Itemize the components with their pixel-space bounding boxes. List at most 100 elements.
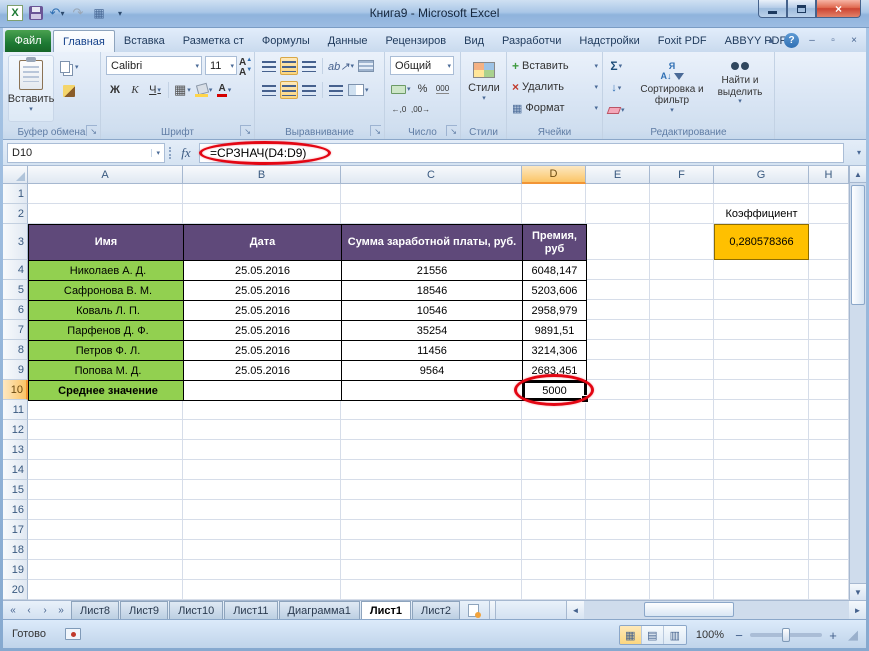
sheet-tab-list8[interactable]: Лист8 <box>71 601 120 619</box>
insert-function-button[interactable]: fx <box>175 143 197 163</box>
resize-grip-icon[interactable]: ◢ <box>848 627 858 643</box>
expand-formula-bar-button[interactable]: ▾ <box>857 148 861 157</box>
minimize-button[interactable] <box>758 0 787 18</box>
grid-row[interactable] <box>28 460 849 480</box>
first-sheet-button[interactable]: « <box>6 603 20 617</box>
sheet-tab-list10[interactable]: Лист10 <box>169 601 224 619</box>
underline-button[interactable]: Ч ▾ <box>146 81 164 99</box>
row-header-12[interactable]: 12 <box>3 420 28 440</box>
page-layout-view-button[interactable]: ▤ <box>641 626 664 644</box>
row-header-10[interactable]: 10 <box>3 380 28 400</box>
zoom-thumb[interactable] <box>782 628 790 642</box>
cell-a8[interactable]: Петров Ф. Л. <box>29 341 184 361</box>
zoom-level-label[interactable]: 100% <box>696 629 724 641</box>
horizontal-scroll-track[interactable] <box>584 601 849 619</box>
dialog-launcher-icon[interactable]: ↘ <box>370 125 381 136</box>
cell-a10-summary-label[interactable]: Среднее значение <box>29 381 184 401</box>
grid-row[interactable] <box>28 520 849 540</box>
select-all-button[interactable] <box>3 166 28 184</box>
grid-row[interactable] <box>28 500 849 520</box>
cell-g2-coefficient-label[interactable]: Коэффициент <box>714 204 809 224</box>
grid-row[interactable] <box>28 400 849 420</box>
tab-addins[interactable]: Надстройки <box>570 30 648 52</box>
cell-c4[interactable]: 21556 <box>342 261 523 281</box>
row-header-5[interactable]: 5 <box>3 280 28 300</box>
cell-g3-coefficient-value[interactable]: 0,280578366 <box>714 224 809 260</box>
name-box-resize-handle[interactable] <box>169 147 171 159</box>
cell-d9[interactable]: 2683,451 <box>523 361 587 381</box>
row-header-4[interactable]: 4 <box>3 260 28 280</box>
scroll-down-button[interactable]: ▼ <box>850 583 866 600</box>
cell-a4[interactable]: Николаев А. Д. <box>29 261 184 281</box>
dialog-launcher-icon[interactable]: ↘ <box>446 125 457 136</box>
cell-b4[interactable]: 25.05.2016 <box>184 261 342 281</box>
scroll-right-button[interactable]: ► <box>849 601 866 619</box>
merge-center-button[interactable]: ▾ <box>347 81 370 99</box>
font-size-select[interactable]: 11 ▾ <box>205 56 237 75</box>
workbook-minimize-button[interactable]: – <box>804 32 820 48</box>
paste-button[interactable]: Вставить ▾ <box>8 55 54 122</box>
styles-button[interactable]: Стили ▾ <box>464 55 504 123</box>
cell-c7[interactable]: 35254 <box>342 321 523 341</box>
format-painter-button[interactable] <box>59 82 80 100</box>
zoom-out-button[interactable]: − <box>733 628 745 643</box>
row-header-6[interactable]: 6 <box>3 300 28 320</box>
horizontal-scrollbar[interactable]: ◄ ► <box>566 601 866 619</box>
cell-b10[interactable] <box>184 381 342 401</box>
row-header-9[interactable]: 9 <box>3 360 28 380</box>
cell-b5[interactable]: 25.05.2016 <box>184 281 342 301</box>
zoom-track[interactable] <box>750 628 822 642</box>
horizontal-scroll-thumb[interactable] <box>644 602 734 617</box>
minimize-ribbon-button[interactable]: ▴ <box>763 32 779 48</box>
column-header-e[interactable]: E <box>586 166 650 184</box>
grid-row[interactable] <box>28 580 849 600</box>
row-header-7[interactable]: 7 <box>3 320 28 340</box>
wrap-text-button[interactable] <box>357 57 375 75</box>
align-middle-button[interactable] <box>280 57 298 75</box>
tab-file[interactable]: Файл <box>5 30 51 52</box>
comma-style-button[interactable]: 000 <box>434 80 452 98</box>
normal-view-button[interactable]: ▦ <box>619 626 642 644</box>
cell-c8[interactable]: 11456 <box>342 341 523 361</box>
tab-data[interactable]: Данные <box>319 30 377 52</box>
grid-row[interactable] <box>28 560 849 580</box>
column-header-d[interactable]: D <box>522 166 586 184</box>
clear-button[interactable]: ▾ <box>606 101 626 119</box>
cell-a6[interactable]: Коваль Л. П. <box>29 301 184 321</box>
cell-b8[interactable]: 25.05.2016 <box>184 341 342 361</box>
tab-foxit-pdf[interactable]: Foxit PDF <box>649 30 716 52</box>
align-bottom-button[interactable] <box>300 57 318 75</box>
grid-row[interactable] <box>28 184 849 204</box>
tab-developer[interactable]: Разработчи <box>493 30 570 52</box>
copy-button[interactable]: ▾ <box>59 58 80 76</box>
cell-d6[interactable]: 2958,979 <box>523 301 587 321</box>
align-left-button[interactable] <box>260 81 278 99</box>
tab-page-layout[interactable]: Разметка ст <box>174 30 253 52</box>
cell-b7[interactable]: 25.05.2016 <box>184 321 342 341</box>
cell-a7[interactable]: Парфенов Д. Ф. <box>29 321 184 341</box>
delete-cells-button[interactable]: × Удалить ▾ <box>512 78 598 96</box>
row-header-17[interactable]: 17 <box>3 520 28 540</box>
column-header-a[interactable]: A <box>28 166 183 184</box>
table-header-date[interactable]: Дата <box>184 225 342 261</box>
cell-c6[interactable]: 10546 <box>342 301 523 321</box>
grid-row[interactable] <box>28 480 849 500</box>
row-header-3[interactable]: 3 <box>3 224 28 260</box>
table-header-bonus[interactable]: Премия, руб <box>523 225 587 261</box>
column-header-f[interactable]: F <box>650 166 714 184</box>
cell-b6[interactable]: 25.05.2016 <box>184 301 342 321</box>
font-color-button[interactable]: А ▾ <box>215 81 233 99</box>
fill-button[interactable]: ↓ ▾ <box>607 79 626 97</box>
insert-sheet-button[interactable] <box>461 601 485 619</box>
cell-d8[interactable]: 3214,306 <box>523 341 587 361</box>
formula-input[interactable]: =СРЗНАЧ(D4:D9) <box>199 143 844 163</box>
table-header-name[interactable]: Имя <box>29 225 184 261</box>
zoom-in-button[interactable]: + <box>827 628 839 643</box>
column-header-g[interactable]: G <box>714 166 809 184</box>
shrink-font-button[interactable]: А▼ <box>239 67 252 78</box>
tab-splitter-handle[interactable] <box>489 601 496 619</box>
cell-d4[interactable]: 6048,147 <box>523 261 587 281</box>
close-button[interactable]: × <box>816 0 861 18</box>
workbook-restore-button[interactable]: ▫ <box>825 32 841 48</box>
grid-row[interactable] <box>28 420 849 440</box>
